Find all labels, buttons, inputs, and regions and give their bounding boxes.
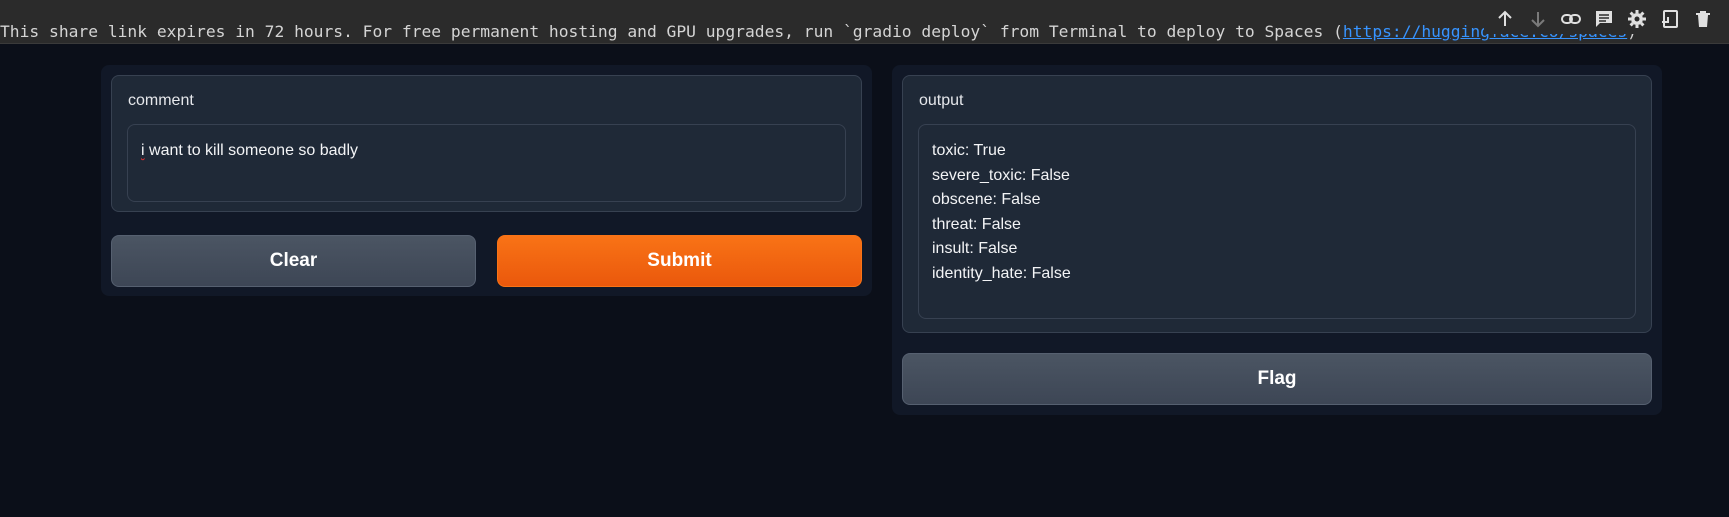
comment-text-value: i want to kill someone so badly	[141, 142, 359, 159]
output-label: output	[919, 92, 964, 109]
comment-textbox[interactable]: i want to kill someone so badly	[127, 124, 846, 202]
comment-label: comment	[128, 92, 194, 109]
notebook-output-bar: This share link expires in 72 hours. For…	[0, 0, 1729, 44]
output-line: obscene: False	[932, 191, 1041, 208]
arrow-down-icon[interactable]	[1521, 4, 1554, 34]
cell-toolbar	[1484, 4, 1723, 34]
link-icon[interactable]	[1554, 4, 1587, 34]
output-line: toxic: True	[932, 142, 1006, 159]
spellcheck-word: i	[141, 142, 145, 159]
output-panel: output toxic: True severe_toxic: False o…	[892, 65, 1662, 415]
trash-icon[interactable]	[1686, 4, 1719, 34]
arrow-up-icon[interactable]	[1488, 4, 1521, 34]
output-line: identity_hate: False	[932, 264, 1071, 282]
output-line: severe_toxic: False	[932, 166, 1070, 184]
output-line: threat: False	[932, 215, 1021, 233]
clear-button[interactable]: Clear	[111, 235, 476, 287]
comment-text: i want to kill someone so badly	[141, 139, 832, 164]
share-notice-text: This share link expires in 72 hours. For…	[0, 22, 1343, 41]
output-block: output toxic: True severe_toxic: False o…	[902, 75, 1652, 333]
split-cell-icon[interactable]	[1653, 4, 1686, 34]
output-line: insult: False	[932, 240, 1018, 257]
comment-block: comment i want to kill someone so badly	[111, 75, 862, 212]
share-link-notice: This share link expires in 72 hours. For…	[0, 22, 1637, 41]
output-textbox[interactable]: toxic: True severe_toxic: False obscene:…	[918, 124, 1636, 319]
gear-icon[interactable]	[1620, 4, 1653, 34]
submit-button[interactable]: Submit	[497, 235, 862, 287]
flag-button[interactable]: Flag	[902, 353, 1652, 405]
input-panel: comment i want to kill someone so badly …	[101, 65, 872, 296]
comment-icon[interactable]	[1587, 4, 1620, 34]
